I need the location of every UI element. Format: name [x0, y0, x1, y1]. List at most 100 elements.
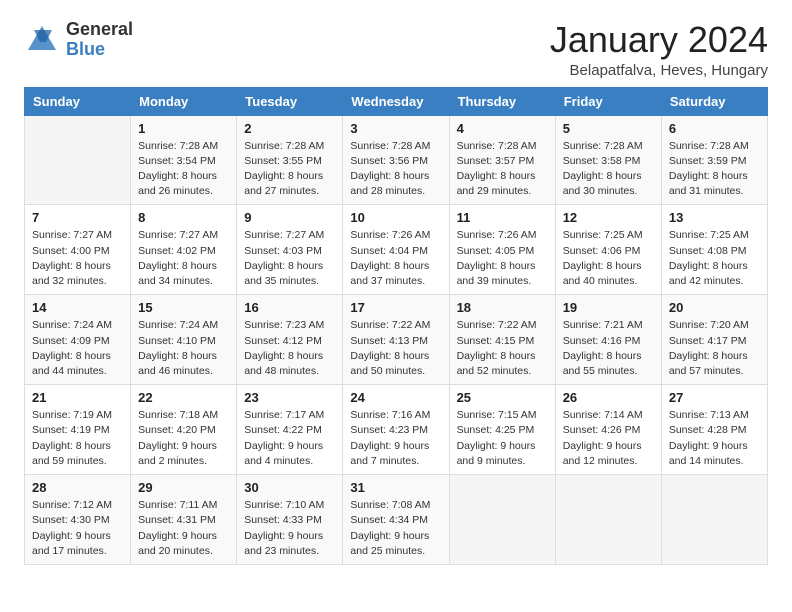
calendar-day-cell: 23Sunrise: 7:17 AMSunset: 4:22 PMDayligh… [237, 385, 343, 475]
day-number: 27 [669, 390, 760, 405]
day-number: 3 [350, 121, 441, 136]
calendar-day-cell: 2 Sunrise: 7:28 AMSunset: 3:55 PMDaylight… [237, 115, 343, 205]
day-info: Sunrise: 7:16 AMSunset: 4:23 PMDaylight:… [350, 408, 441, 469]
day-number: 29 [138, 480, 229, 495]
day-number: 18 [457, 300, 548, 315]
calendar-day-cell: 12 Sunrise: 7:25 AMSunset: 4:06 PMDayligh… [555, 205, 661, 295]
day-number: 25 [457, 390, 548, 405]
day-number: 5 [563, 121, 654, 136]
calendar-day-cell [449, 475, 555, 565]
day-number: 7 [32, 210, 123, 225]
calendar-day-cell: 8 Sunrise: 7:27 AMSunset: 4:02 PMDaylight… [131, 205, 237, 295]
weekday-header-row: SundayMondayTuesdayWednesdayThursdayFrid… [25, 87, 768, 115]
day-info: Sunrise: 7:21 AMSunset: 4:16 PMDaylight:… [563, 318, 654, 379]
day-info: Sunrise: 7:23 AMSunset: 4:12 PMDaylight:… [244, 318, 335, 379]
day-info: Sunrise: 7:26 AMSunset: 4:05 PMDaylight:… [457, 228, 548, 289]
day-number: 28 [32, 480, 123, 495]
day-info: Sunrise: 7:19 AMSunset: 4:19 PMDaylight:… [32, 408, 123, 469]
day-info: Sunrise: 7:20 AMSunset: 4:17 PMDaylight:… [669, 318, 760, 379]
day-info: Sunrise: 7:11 AMSunset: 4:31 PMDaylight:… [138, 498, 229, 559]
calendar-day-cell: 9Sunrise: 7:27 AMSunset: 4:03 PMDaylight… [237, 205, 343, 295]
day-info: Sunrise: 7:25 AMSunset: 4:08 PMDaylight:… [669, 228, 760, 289]
day-info: Sunrise: 7:25 AMSunset: 4:06 PMDaylight:… [563, 228, 654, 289]
day-info: Sunrise: 7:28 AMSunset: 3:55 PMDaylight:… [244, 139, 335, 200]
day-number: 16 [244, 300, 335, 315]
day-number: 8 [138, 210, 229, 225]
day-info: Sunrise: 7:13 AMSunset: 4:28 PMDaylight:… [669, 408, 760, 469]
day-info: Sunrise: 7:26 AMSunset: 4:04 PMDaylight:… [350, 228, 441, 289]
calendar-day-cell: 15Sunrise: 7:24 AMSunset: 4:10 PMDayligh… [131, 295, 237, 385]
day-info: Sunrise: 7:22 AMSunset: 4:13 PMDaylight:… [350, 318, 441, 379]
calendar-day-cell [661, 475, 767, 565]
day-number: 1 [138, 121, 229, 136]
weekday-header-monday: Monday [131, 87, 237, 115]
day-info: Sunrise: 7:27 AMSunset: 4:02 PMDaylight:… [138, 228, 229, 289]
logo-icon [24, 22, 60, 58]
calendar-day-cell: 26 Sunrise: 7:14 AMSunset: 4:26 PMDayligh… [555, 385, 661, 475]
calendar-day-cell: 13 Sunrise: 7:25 AMSunset: 4:08 PMDayligh… [661, 205, 767, 295]
calendar-day-cell: 6 Sunrise: 7:28 AMSunset: 3:59 PMDaylight… [661, 115, 767, 205]
calendar-day-cell: 21 Sunrise: 7:19 AMSunset: 4:19 PMDayligh… [25, 385, 131, 475]
location-title: Belapatfalva, Heves, Hungary [550, 62, 768, 79]
day-number: 22 [138, 390, 229, 405]
day-info: Sunrise: 7:17 AMSunset: 4:22 PMDaylight:… [244, 408, 335, 469]
calendar-day-cell: 5 Sunrise: 7:28 AMSunset: 3:58 PMDaylight… [555, 115, 661, 205]
calendar-day-cell: 7Sunrise: 7:27 AMSunset: 4:00 PMDaylight… [25, 205, 131, 295]
day-info: Sunrise: 7:28 AMSunset: 3:59 PMDaylight:… [669, 139, 760, 200]
calendar-week-row: 7Sunrise: 7:27 AMSunset: 4:00 PMDaylight… [25, 205, 768, 295]
day-info: Sunrise: 7:27 AMSunset: 4:03 PMDaylight:… [244, 228, 335, 289]
day-number: 6 [669, 121, 760, 136]
day-number: 11 [457, 210, 548, 225]
calendar-day-cell [555, 475, 661, 565]
day-number: 30 [244, 480, 335, 495]
day-info: Sunrise: 7:28 AMSunset: 3:54 PMDaylight:… [138, 139, 229, 200]
day-number: 14 [32, 300, 123, 315]
day-info: Sunrise: 7:24 AMSunset: 4:10 PMDaylight:… [138, 318, 229, 379]
day-number: 4 [457, 121, 548, 136]
day-number: 24 [350, 390, 441, 405]
weekday-header-sunday: Sunday [25, 87, 131, 115]
calendar-week-row: 1 Sunrise: 7:28 AMSunset: 3:54 PMDaylight… [25, 115, 768, 205]
calendar-day-cell: 11 Sunrise: 7:26 AMSunset: 4:05 PMDayligh… [449, 205, 555, 295]
calendar-day-cell: 18Sunrise: 7:22 AMSunset: 4:15 PMDayligh… [449, 295, 555, 385]
calendar-day-cell: 28 Sunrise: 7:12 AMSunset: 4:30 PMDayligh… [25, 475, 131, 565]
weekday-header-thursday: Thursday [449, 87, 555, 115]
calendar-day-cell: 30 Sunrise: 7:10 AMSunset: 4:33 PMDayligh… [237, 475, 343, 565]
weekday-header-friday: Friday [555, 87, 661, 115]
day-number: 13 [669, 210, 760, 225]
day-number: 17 [350, 300, 441, 315]
calendar-week-row: 28 Sunrise: 7:12 AMSunset: 4:30 PMDayligh… [25, 475, 768, 565]
day-number: 21 [32, 390, 123, 405]
calendar-table: SundayMondayTuesdayWednesdayThursdayFrid… [24, 87, 768, 565]
calendar-day-cell: 31 Sunrise: 7:08 AMSunset: 4:34 PMDayligh… [343, 475, 449, 565]
day-number: 12 [563, 210, 654, 225]
calendar-day-cell: 29 Sunrise: 7:11 AMSunset: 4:31 PMDayligh… [131, 475, 237, 565]
calendar-day-cell: 1 Sunrise: 7:28 AMSunset: 3:54 PMDaylight… [131, 115, 237, 205]
day-info: Sunrise: 7:28 AMSunset: 3:56 PMDaylight:… [350, 139, 441, 200]
month-title: January 2024 [550, 20, 768, 60]
day-number: 19 [563, 300, 654, 315]
day-info: Sunrise: 7:12 AMSunset: 4:30 PMDaylight:… [32, 498, 123, 559]
calendar-day-cell: 4 Sunrise: 7:28 AMSunset: 3:57 PMDaylight… [449, 115, 555, 205]
calendar-day-cell: 19 Sunrise: 7:21 AMSunset: 4:16 PMDayligh… [555, 295, 661, 385]
day-info: Sunrise: 7:28 AMSunset: 3:58 PMDaylight:… [563, 139, 654, 200]
day-number: 2 [244, 121, 335, 136]
day-info: Sunrise: 7:28 AMSunset: 3:57 PMDaylight:… [457, 139, 548, 200]
day-info: Sunrise: 7:08 AMSunset: 4:34 PMDaylight:… [350, 498, 441, 559]
calendar-day-cell: 20Sunrise: 7:20 AMSunset: 4:17 PMDayligh… [661, 295, 767, 385]
logo-blue: Blue [66, 39, 105, 59]
calendar-day-cell: 16 Sunrise: 7:23 AMSunset: 4:12 PMDayligh… [237, 295, 343, 385]
title-area: January 2024 Belapatfalva, Heves, Hungar… [550, 20, 768, 79]
calendar-day-cell [25, 115, 131, 205]
day-info: Sunrise: 7:18 AMSunset: 4:20 PMDaylight:… [138, 408, 229, 469]
day-info: Sunrise: 7:10 AMSunset: 4:33 PMDaylight:… [244, 498, 335, 559]
calendar-week-row: 14Sunrise: 7:24 AMSunset: 4:09 PMDayligh… [25, 295, 768, 385]
day-info: Sunrise: 7:14 AMSunset: 4:26 PMDaylight:… [563, 408, 654, 469]
calendar-day-cell: 22 Sunrise: 7:18 AMSunset: 4:20 PMDayligh… [131, 385, 237, 475]
logo-general: General [66, 19, 133, 39]
day-number: 31 [350, 480, 441, 495]
calendar-day-cell: 27 Sunrise: 7:13 AMSunset: 4:28 PMDayligh… [661, 385, 767, 475]
calendar-day-cell: 17 Sunrise: 7:22 AMSunset: 4:13 PMDayligh… [343, 295, 449, 385]
calendar-day-cell: 3 Sunrise: 7:28 AMSunset: 3:56 PMDaylight… [343, 115, 449, 205]
day-number: 26 [563, 390, 654, 405]
